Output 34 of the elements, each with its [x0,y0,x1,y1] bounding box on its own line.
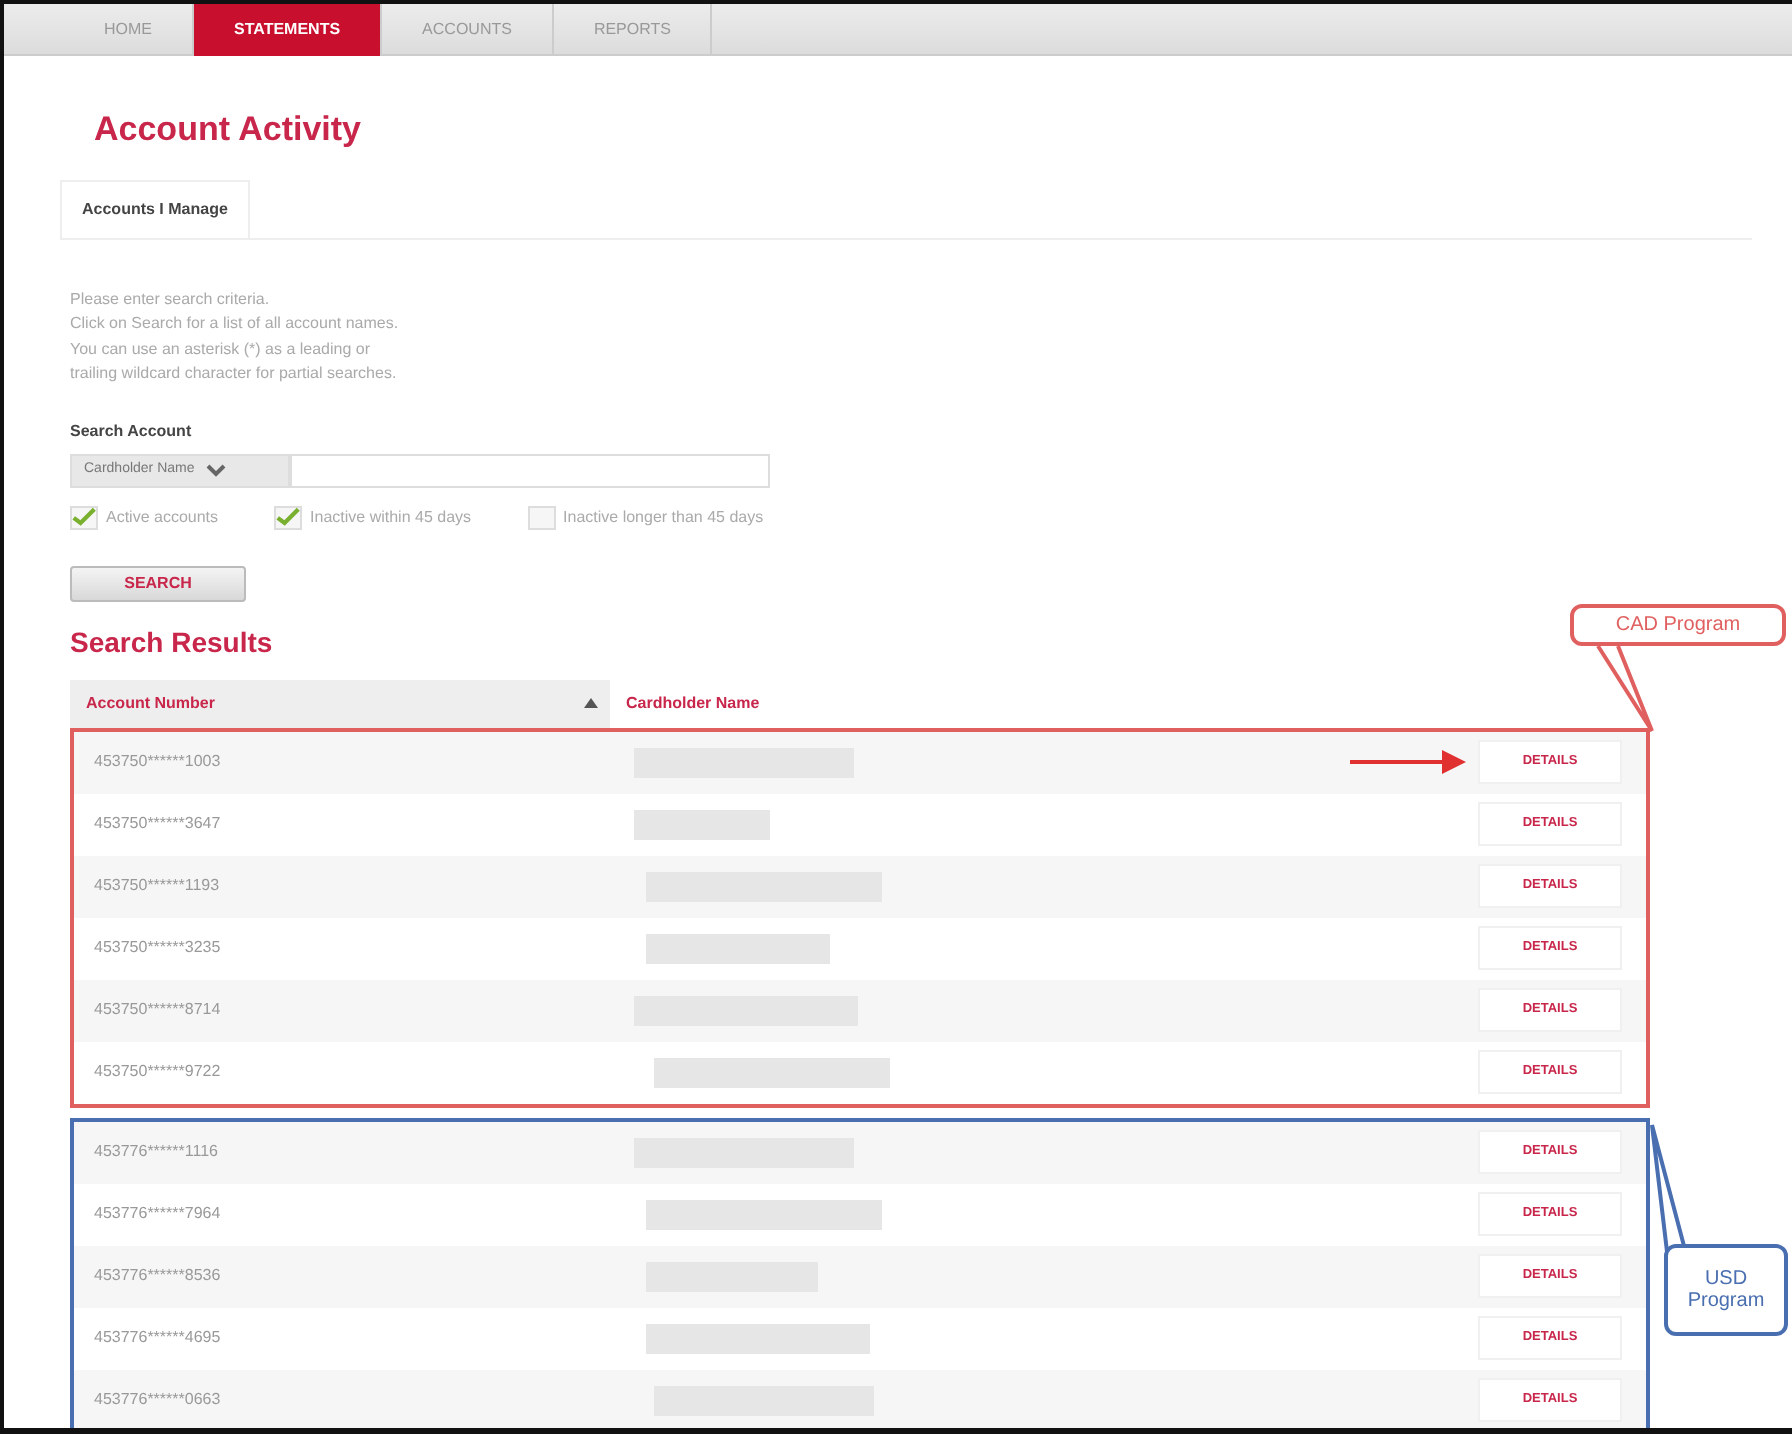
instruction-text: You can use an asterisk (*) as a leading or [70,337,373,362]
search-button[interactable]: SEARCH [70,565,246,601]
account-number: 453750******1003 [92,750,223,774]
account-number: 453750******8714 [92,998,223,1022]
page-title: Account Activity [94,108,364,152]
account-number: 453750******3647 [92,812,223,836]
account-number: 453776******7964 [92,1202,223,1226]
sort-ascending-icon[interactable] [584,698,598,708]
redacted-name-bar [634,809,770,839]
checkbox[interactable] [274,505,303,529]
account-number: 453750******9722 [92,1060,223,1084]
chevron-down-icon [206,463,227,477]
account-number: 453776******4695 [92,1326,223,1350]
checkbox[interactable] [70,505,98,529]
column-header[interactable]: Cardholder Name [626,691,760,715]
account-number: 453750******1193 [92,874,222,898]
checkbox-label: Active accounts [106,505,219,529]
callout-bubble: USD Program [1664,1244,1788,1336]
column-header[interactable]: Account Number [86,691,215,715]
nav-tab[interactable]: STATEMENTS [194,4,383,56]
checkbox-label: Inactive longer than 45 days [563,505,764,529]
callout-bubble: CAD Program [1570,604,1786,646]
instruction-text: trailing wildcard character for partial searches. [70,362,399,386]
checkbox-label: Inactive within 45 days [310,505,472,529]
account-number: 453776******0663 [92,1388,223,1412]
tab[interactable]: Accounts I Manage [60,179,250,237]
field-label: Search Account [70,419,194,443]
instruction-text: Please enter search criteria. [70,287,272,311]
search-input-field[interactable] [290,453,770,487]
account-number: 453750******3235 [92,936,223,960]
account-number: 453776******8536 [92,1264,223,1288]
instruction-text: Click on Search for a list of all account names. [70,312,401,336]
account-number: 453776******1116 [92,1140,220,1164]
section-heading: Search Results [70,623,273,661]
